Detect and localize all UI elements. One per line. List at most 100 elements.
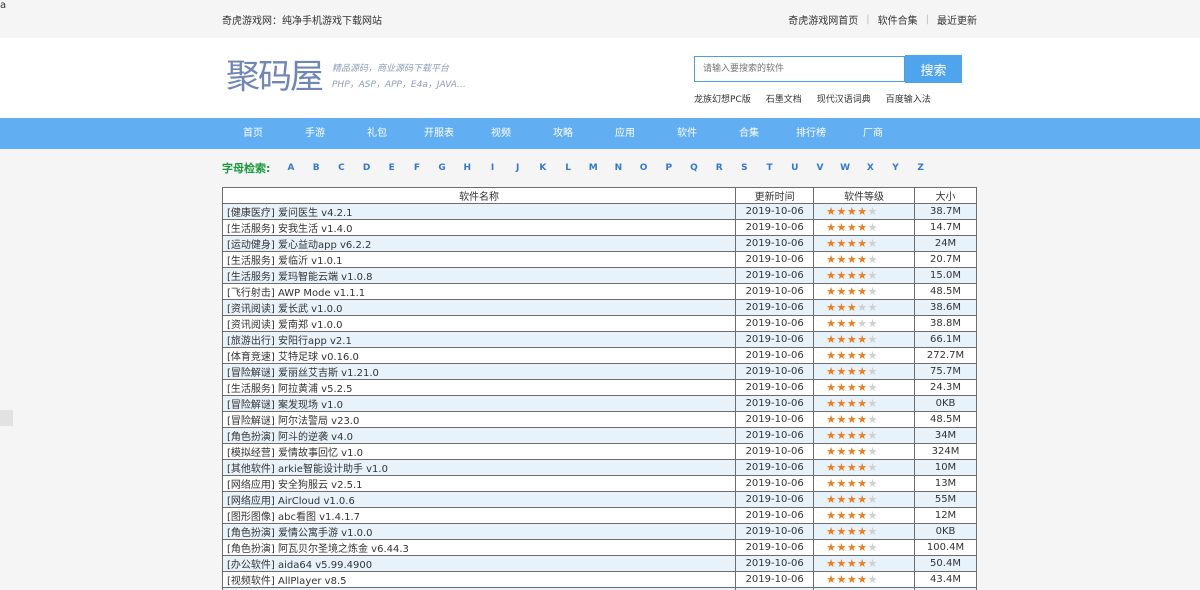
search-input[interactable]: [694, 56, 905, 82]
letter-link[interactable]: M: [581, 163, 606, 173]
top-link-recent[interactable]: 最近更新: [937, 12, 977, 27]
star-filled-icon: ★: [836, 477, 847, 490]
nav-item-rankings[interactable]: 排行榜: [780, 118, 842, 149]
table-row: [冒险解谜] 案发现场 v1.0 2019-10-06 ★★★★★ 0KB: [221, 395, 977, 412]
software-link[interactable]: [资讯阅读] 爱南郑 v1.0.0: [227, 320, 343, 331]
software-link[interactable]: [冒险解谜] 案发现场 v1.0: [227, 400, 343, 411]
cell-name: [冒险解谜] 爱丽丝艾吉斯 v1.21.0: [221, 363, 737, 380]
software-link[interactable]: [资讯阅读] 爱长武 v1.0.0: [227, 304, 343, 315]
software-link[interactable]: [网络应用] AirCloud v1.0.6: [227, 496, 355, 507]
hotword-link[interactable]: 石墨文档: [766, 92, 802, 105]
table-row: [角色扮演] 阿瓦贝尔圣境之炼金 v6.44.3 2019-10-06 ★★★★★ 1…: [221, 539, 977, 556]
cell-date: 2019-10-06: [735, 491, 815, 508]
star-filled-icon: ★: [826, 573, 837, 586]
cell-rating: ★★★★★: [813, 555, 916, 572]
cell-date: 2019-10-06: [735, 379, 815, 396]
letter-link[interactable]: D: [354, 163, 379, 173]
letter-link[interactable]: J: [505, 163, 530, 173]
top-link-home[interactable]: 奇虎游戏网首页: [788, 12, 858, 27]
software-link[interactable]: [网络应用] 安全狗服云 v2.5.1: [227, 480, 363, 491]
cell-size: 38.8M: [914, 315, 977, 332]
table-row: [角色扮演] 阿斗的逆袭 v4.0 2019-10-06 ★★★★★ 34M: [221, 427, 977, 444]
nav-item-gifts[interactable]: 礼包: [346, 118, 408, 149]
software-link[interactable]: [生活服务] 爱玛智能云端 v1.0.8: [227, 272, 373, 283]
top-link-collections[interactable]: 软件合集: [878, 12, 918, 27]
cell-rating: ★★★★★: [813, 283, 916, 300]
nav-item-guides[interactable]: 攻略: [532, 118, 594, 149]
letter-link[interactable]: H: [455, 163, 480, 173]
cell-size: 55M: [914, 491, 977, 508]
letter-link[interactable]: C: [329, 163, 354, 173]
letter-link[interactable]: K: [530, 163, 555, 173]
software-link[interactable]: [飞行射击] AWP Mode v1.1.1: [227, 288, 365, 299]
nav-item-videos[interactable]: 视频: [470, 118, 532, 149]
software-link[interactable]: [运动健身] 爱心益动app v6.2.2: [227, 240, 371, 251]
software-link[interactable]: [其他软件] arkie智能设计助手 v1.0: [227, 464, 388, 475]
letter-link[interactable]: F: [404, 163, 429, 173]
cell-name: [生活服务] 安我生活 v1.4.0: [221, 219, 737, 236]
nav-item-home[interactable]: 首页: [222, 118, 284, 149]
site-logo[interactable]: 聚码屋 精品源码，商业源码下载平台 PHP，ASP，APP，E4a，JAVA…: [226, 54, 466, 100]
search-button[interactable]: 搜索: [905, 55, 962, 83]
software-link[interactable]: [生活服务] 爱临沂 v1.0.1: [227, 256, 343, 267]
letter-link[interactable]: R: [707, 163, 732, 173]
software-link[interactable]: [角色扮演] 阿瓦贝尔圣境之炼金 v6.44.3: [227, 544, 409, 555]
nav-item-apps[interactable]: 应用: [594, 118, 656, 149]
star-filled-icon: ★: [826, 205, 837, 218]
letter-link[interactable]: Y: [883, 163, 908, 173]
side-float-tab[interactable]: [0, 410, 13, 426]
star-filled-icon: ★: [846, 477, 858, 490]
cell-date: 2019-10-06: [735, 507, 815, 524]
cell-rating: ★★★★★: [813, 395, 916, 412]
letter-link[interactable]: G: [430, 163, 455, 173]
software-link[interactable]: [办公软件] aida64 v5.99.4900: [227, 560, 372, 571]
letter-index-label: 字母检索:: [222, 162, 271, 175]
software-link[interactable]: [健康医疗] 爱问医生 v4.2.1: [227, 208, 353, 219]
software-link[interactable]: [视频软件] AllPlayer v8.5: [227, 576, 347, 587]
star-filled-icon: ★: [846, 205, 858, 218]
cell-size: 14.7M: [914, 219, 977, 236]
letter-link[interactable]: I: [480, 163, 505, 173]
hotword-link[interactable]: 现代汉语词典: [817, 92, 871, 105]
star-filled-icon: ★: [826, 461, 837, 474]
letter-link[interactable]: Z: [908, 163, 933, 173]
letter-link[interactable]: W: [833, 163, 858, 173]
nav-item-server-list[interactable]: 开服表: [408, 118, 470, 149]
letter-link[interactable]: L: [555, 163, 580, 173]
software-link[interactable]: [图形图像] abc看图 v1.4.1.7: [227, 512, 360, 523]
software-link[interactable]: [旅游出行] 安阳行app v2.1: [227, 336, 352, 347]
hotword-link[interactable]: 龙族幻想PC版: [694, 92, 751, 105]
letter-link[interactable]: B: [304, 163, 329, 173]
software-link[interactable]: [生活服务] 安我生活 v1.4.0: [227, 224, 353, 235]
letter-link[interactable]: T: [757, 163, 782, 173]
hotword-link[interactable]: 百度输入法: [886, 92, 931, 105]
letter-link[interactable]: N: [606, 163, 631, 173]
software-link[interactable]: [角色扮演] 阿斗的逆袭 v4.0: [227, 432, 353, 443]
letter-link[interactable]: Q: [681, 163, 706, 173]
letter-link[interactable]: U: [782, 163, 807, 173]
software-link[interactable]: [冒险解谜] 阿尔法警局 v23.0: [227, 416, 359, 427]
software-link[interactable]: [模拟经营] 爱情故事回忆 v1.0: [227, 448, 363, 459]
nav-item-collections[interactable]: 合集: [718, 118, 780, 149]
letter-link[interactable]: A: [278, 163, 303, 173]
letter-link[interactable]: O: [631, 163, 656, 173]
letter-link[interactable]: V: [807, 163, 832, 173]
letter-link[interactable]: E: [379, 163, 404, 173]
star-filled-icon: ★: [846, 557, 858, 570]
star-empty-icon: ★: [867, 269, 878, 282]
software-link[interactable]: [冒险解谜] 爱丽丝艾吉斯 v1.21.0: [227, 368, 379, 379]
software-link[interactable]: [角色扮演] 爱情公寓手游 v1.0.0: [227, 528, 373, 539]
table-row: [飞行射击] AWP Mode v1.1.1 2019-10-06 ★★★★★ 48.…: [221, 283, 977, 300]
cell-name: [网络应用] AirCloud v1.0.6: [221, 491, 737, 508]
cell-name: [其他软件] arkie智能设计助手 v1.0: [221, 459, 737, 476]
software-link[interactable]: [生活服务] 阿拉黄浦 v5.2.5: [227, 384, 353, 395]
nav-item-software[interactable]: 软件: [656, 118, 718, 149]
letter-link[interactable]: X: [858, 163, 883, 173]
letter-link[interactable]: P: [656, 163, 681, 173]
letter-link[interactable]: S: [732, 163, 757, 173]
software-link[interactable]: [体育竞速] 艾特足球 v0.16.0: [227, 352, 359, 363]
nav-item-vendors[interactable]: 厂商: [842, 118, 904, 149]
nav-item-mobile-games[interactable]: 手游: [284, 118, 346, 149]
star-filled-icon: ★: [826, 269, 837, 282]
star-filled-icon: ★: [836, 413, 847, 426]
